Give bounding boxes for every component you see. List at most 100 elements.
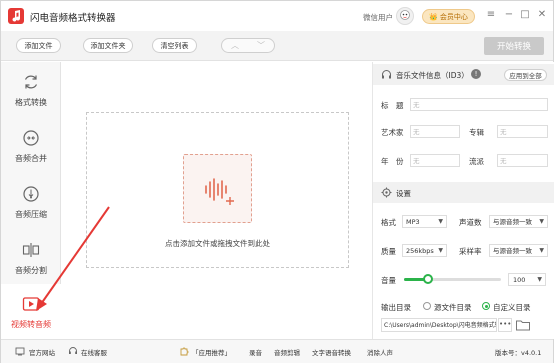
channels-select[interactable]: 与源音频一致 ▼ — [489, 215, 548, 228]
version-label: 版本号：v4.0.1 — [495, 349, 542, 357]
avatar[interactable] — [396, 7, 414, 25]
source-dir-label: 源文件目录 — [434, 303, 472, 312]
move-down-icon[interactable]: ﹀ — [248, 39, 274, 52]
settings-title: 设置 — [396, 189, 411, 198]
sidebar-item-audio-merge[interactable]: 音频合并 — [1, 118, 61, 173]
chevron-down-icon: ▼ — [539, 247, 544, 254]
artist-label: 艺术家 — [381, 128, 404, 137]
samplerate-label: 采样率 — [459, 247, 482, 256]
title-label: 标 题 — [381, 101, 404, 110]
quality-label: 质量 — [381, 247, 396, 256]
drop-hint-text: 点击添加文件或拖拽文件到此处 — [165, 239, 270, 248]
merge-icon — [21, 128, 41, 148]
toolbar: 添加文件 添加文件夹 清空列表 ︿ ﹀ 开始转换 — [1, 31, 553, 61]
radio-source-dir[interactable] — [423, 302, 431, 310]
genre-field[interactable]: 无 — [497, 154, 548, 167]
text-to-speech-link[interactable]: 文字语音转换 — [312, 347, 351, 357]
home-icon — [15, 347, 25, 356]
album-label: 专辑 — [469, 128, 484, 137]
website-link[interactable]: 官方网站 — [29, 347, 55, 357]
member-center-label: 会员中心 — [439, 12, 468, 21]
user-name[interactable]: 微信用户 — [363, 12, 393, 23]
output-dir-label: 输出目录 — [381, 303, 411, 312]
app-logo-icon — [8, 8, 24, 24]
clear-list-button[interactable]: 清空列表 — [152, 38, 197, 53]
format-label: 格式 — [381, 218, 396, 227]
sidebar-item-label: 视频转音频 — [11, 320, 51, 329]
volume-input[interactable]: 100 ▼ — [508, 273, 546, 286]
info-icon[interactable]: ! — [471, 69, 481, 79]
sidebar: 格式转换 音频合并 音频压缩 音频分割 视频转音频 — [1, 62, 61, 339]
genre-label: 流派 — [469, 157, 484, 166]
samplerate-value: 与源音频一致 — [493, 247, 532, 255]
samplerate-select[interactable]: 与源音频一致 ▼ — [489, 244, 548, 257]
chevron-down-icon: ▼ — [438, 247, 443, 254]
puzzle-icon — [180, 347, 189, 356]
volume-slider-handle[interactable] — [423, 274, 434, 284]
recording-link[interactable]: 录音 — [249, 347, 262, 357]
sidebar-item-format-convert[interactable]: 格式转换 — [1, 62, 61, 117]
sidebar-item-video-to-audio[interactable]: 视频转音频 — [1, 284, 61, 339]
artist-field[interactable]: 无 — [410, 125, 460, 138]
sidebar-item-label: 音频分割 — [15, 266, 47, 275]
chevron-down-icon: ▼ — [537, 276, 542, 283]
add-folder-button[interactable]: 添加文件夹 — [83, 38, 133, 53]
settings-header: 设置 — [373, 182, 554, 203]
format-value: MP3 — [406, 218, 420, 226]
sidebar-item-label: 格式转换 — [15, 98, 47, 107]
output-path-field[interactable]: C:\Users\admin\Desktop\闪电音频格式转 — [381, 318, 497, 332]
compress-icon — [21, 184, 41, 204]
maximize-icon[interactable]: □ — [519, 9, 531, 20]
sidebar-item-audio-compress[interactable]: 音频压缩 — [1, 174, 61, 229]
start-convert-button[interactable]: 开始转换 — [484, 37, 544, 55]
radio-custom-dir[interactable] — [482, 302, 490, 310]
quality-value: 256kbps — [406, 247, 434, 255]
add-file-button[interactable]: 添加文件 — [16, 38, 61, 53]
id3-title: 音乐文件信息（ID3） — [396, 71, 469, 80]
custom-dir-label: 自定义目录 — [493, 303, 531, 312]
minimize-icon[interactable]: − — [503, 9, 515, 20]
apply-all-button[interactable]: 应用到全部 — [504, 69, 547, 81]
chevron-down-icon: ▼ — [539, 218, 544, 225]
channels-label: 声道数 — [459, 218, 482, 227]
year-field[interactable]: 无 — [410, 154, 460, 167]
crown-icon: 👑 — [429, 12, 438, 21]
close-icon[interactable]: ✕ — [536, 9, 548, 20]
year-label: 年 份 — [381, 157, 404, 166]
member-center-button[interactable]: 👑 会员中心 — [422, 9, 475, 24]
vocal-remove-link[interactable]: 消除人声 — [367, 347, 393, 357]
support-link[interactable]: 在线客服 — [81, 347, 107, 357]
status-bar: 官方网站 在线客服 「应用推荐」 录音 音频剪辑 文字语音转换 消除人声 版本号… — [1, 339, 553, 363]
sidebar-item-label: 音频压缩 — [15, 210, 47, 219]
volume-slider[interactable] — [404, 274, 501, 284]
video-icon — [21, 294, 41, 314]
add-audio-icon[interactable] — [183, 154, 252, 223]
title-bar: 闪电音频格式转换器 微信用户 👑 会员中心 ≡ − □ ✕ — [1, 1, 553, 31]
volume-label: 音量 — [381, 276, 396, 285]
quality-select[interactable]: 256kbps ▼ — [402, 244, 447, 257]
gear-icon — [381, 187, 392, 198]
folder-icon[interactable] — [515, 318, 531, 332]
sidebar-item-audio-split[interactable]: 音频分割 — [1, 230, 61, 285]
app-window: 闪电音频格式转换器 微信用户 👑 会员中心 ≡ − □ ✕ 添加文件 添加文件夹… — [0, 0, 554, 363]
sidebar-item-label: 音频合并 — [15, 154, 47, 163]
format-select[interactable]: MP3 ▼ — [402, 215, 447, 228]
headphones-icon — [382, 70, 391, 79]
move-up-icon[interactable]: ︿ — [222, 39, 248, 52]
chevron-down-icon: ▼ — [438, 218, 443, 225]
title-field[interactable]: 无 — [410, 98, 548, 111]
audio-edit-link[interactable]: 音频剪辑 — [274, 347, 300, 357]
volume-value: 100 — [513, 276, 526, 284]
menu-icon[interactable]: ≡ — [485, 9, 497, 20]
settings-panel: 音乐文件信息（ID3） ! 应用到全部 标 题 无 艺术家 无 专辑 无 年 份… — [372, 62, 554, 339]
album-field[interactable]: 无 — [497, 125, 548, 138]
channels-value: 与源音频一致 — [493, 218, 532, 226]
id3-header: 音乐文件信息（ID3） ! 应用到全部 — [373, 64, 554, 85]
file-drop-zone[interactable]: 点击添加文件或拖拽文件到此处 — [86, 112, 349, 268]
refresh-icon — [21, 72, 41, 92]
app-recommend-label: 「应用推荐」 — [192, 349, 231, 357]
app-title: 闪电音频格式转换器 — [30, 13, 116, 24]
browse-button[interactable]: ••• — [498, 318, 512, 332]
split-icon — [21, 240, 41, 260]
move-buttons: ︿ ﹀ — [221, 38, 275, 53]
